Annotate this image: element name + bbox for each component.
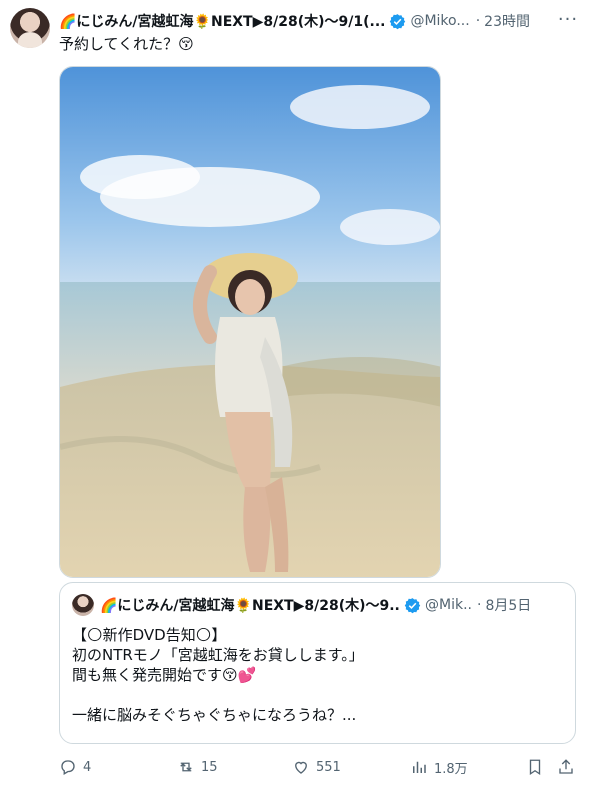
quoted-line: 一緒に脳みそぐちゃぐちゃになろうね？... <box>72 706 357 724</box>
quoted-line <box>72 685 563 705</box>
views-button[interactable]: 1.8万 <box>410 758 468 777</box>
quoted-author-avatar <box>72 594 94 616</box>
view-count: 1.8万 <box>434 761 468 777</box>
author-avatar[interactable] <box>10 8 50 48</box>
quoted-line: 【🌕新作DVD告知🌕】 <box>72 626 227 644</box>
quoted-line: 初のNTRモノ「宮越虹海をお貸しします。」 <box>72 646 364 664</box>
heart-icon <box>295 761 307 774</box>
quoted-author-display-name: 🌈にじみん/宮越虹海🌻NEXT▶8/28(木)〜9... <box>100 598 400 614</box>
tweet-timestamp[interactable]: 23時間 <box>484 11 530 31</box>
quoted-author-handle: @Mik... <box>425 597 471 613</box>
quoted-tweet[interactable]: 🌈にじみん/宮越虹海🌻NEXT▶8/28(木)〜9... @Mik... · 8… <box>59 582 576 744</box>
quoted-verified-badge-icon <box>404 597 421 614</box>
bookmark-button[interactable] <box>526 758 544 776</box>
tweet-text: 予約してくれた？😚 <box>59 35 194 53</box>
quoted-tweet-header: 🌈にじみん/宮越虹海🌻NEXT▶8/28(木)〜9... @Mik... · 8… <box>72 594 563 616</box>
author-handle[interactable]: @Miko... <box>410 13 469 29</box>
tweet-header: 🌈にじみん/宮越虹海🌻NEXT▶8/28(木)〜9/1(... @Miko...… <box>59 8 579 32</box>
bookmark-icon <box>529 759 541 776</box>
tweet-actions-bar: 4 15 551 1.8万 <box>59 756 579 778</box>
more-options-icon[interactable]: ··· <box>557 8 579 30</box>
author-display-name[interactable]: 🌈にじみん/宮越虹海🌻NEXT▶8/28(木)〜9/1(... <box>59 11 385 31</box>
beach-photo-image <box>60 67 440 577</box>
repost-button[interactable]: 15 <box>177 758 218 776</box>
repost-icon <box>180 762 192 772</box>
like-count: 551 <box>316 759 341 775</box>
separator-dot: · <box>475 13 481 29</box>
reply-count: 4 <box>83 759 92 775</box>
repost-count: 15 <box>201 759 218 775</box>
quoted-line: 間も無く発売開始です😚💕 <box>72 666 257 684</box>
quoted-tweet-date: 8月5日 <box>485 598 532 614</box>
quoted-tweet-text: 【🌕新作DVD告知🌕】 初のNTRモノ「宮越虹海をお貸しします。」 間も無く発売… <box>72 625 563 725</box>
quoted-separator-dot: · <box>477 597 482 613</box>
like-button[interactable]: 551 <box>292 758 341 776</box>
reply-icon <box>61 760 75 775</box>
verified-badge-icon <box>389 13 406 30</box>
share-icon <box>559 759 573 774</box>
tweet-photo[interactable] <box>59 66 441 578</box>
share-button[interactable] <box>557 758 575 776</box>
views-chart-icon <box>413 761 426 773</box>
reply-button[interactable]: 4 <box>59 758 91 776</box>
